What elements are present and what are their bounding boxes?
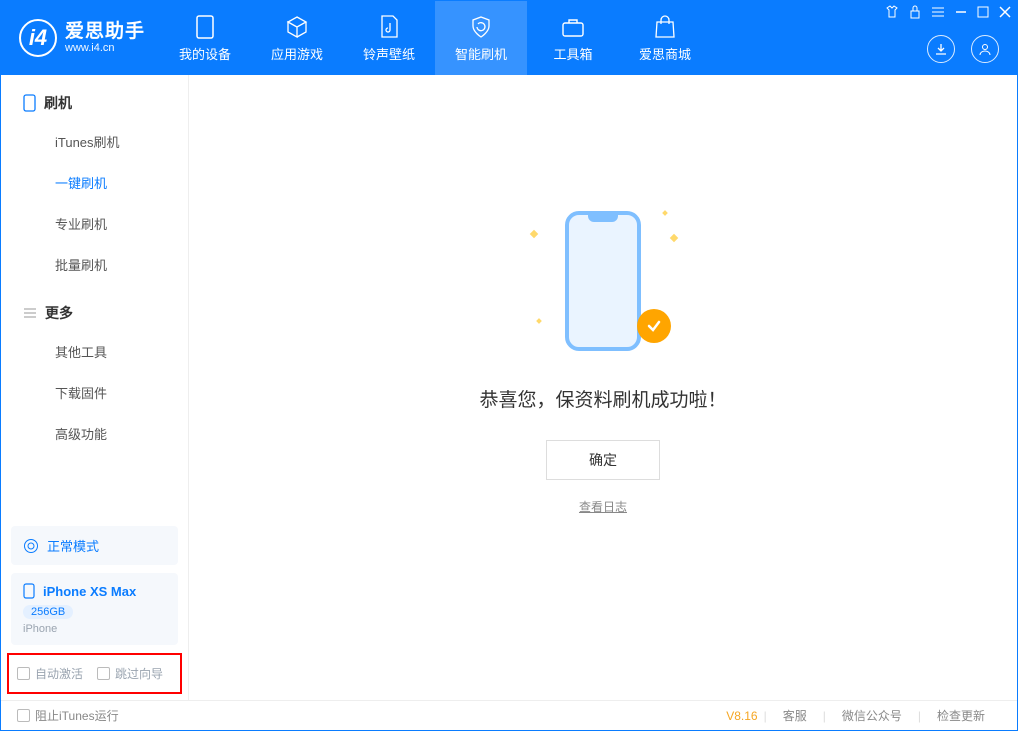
cube-icon	[285, 14, 309, 40]
wechat-link[interactable]: 微信公众号	[826, 707, 918, 724]
ok-button[interactable]: 确定	[546, 440, 660, 480]
close-icon[interactable]	[999, 6, 1011, 18]
menu-icon[interactable]	[931, 6, 945, 18]
sidebar-item-other-tools[interactable]: 其他工具	[1, 331, 188, 372]
sidebar-section-flash: 刷机	[1, 93, 188, 121]
header-actions	[927, 35, 999, 63]
checkbox-skip-guide[interactable]: 跳过向导	[97, 665, 163, 682]
music-file-icon	[379, 14, 399, 40]
device-type: iPhone	[23, 623, 166, 635]
logo-icon: i4	[19, 19, 57, 57]
lock-icon[interactable]	[909, 5, 921, 19]
view-log-link[interactable]: 查看日志	[579, 498, 627, 515]
check-badge-icon	[637, 309, 671, 343]
checkbox-auto-activate[interactable]: 自动激活	[17, 665, 83, 682]
phone-outline-icon	[23, 94, 36, 112]
main-content: 恭喜您，保资料刷机成功啦！ 确定 查看日志	[189, 75, 1017, 700]
window-controls	[885, 5, 1011, 19]
sidebar-item-oneclick-flash[interactable]: 一键刷机	[1, 162, 188, 203]
app-title: 爱思助手	[65, 22, 145, 43]
device-mode-box[interactable]: 正常模式	[11, 526, 178, 565]
device-name: iPhone XS Max	[43, 584, 136, 599]
sidebar: 刷机 iTunes刷机 一键刷机 专业刷机 批量刷机 更多 其他工具 下载固件 …	[1, 75, 189, 700]
device-capacity: 256GB	[23, 605, 73, 619]
sidebar-section-more: 更多	[1, 303, 188, 331]
app-logo: i4 爱思助手 www.i4.cn	[1, 1, 159, 75]
tab-smart-flash[interactable]: 智能刷机	[435, 1, 527, 75]
tab-my-device[interactable]: 我的设备	[159, 1, 251, 75]
minimize-icon[interactable]	[955, 6, 967, 18]
download-button[interactable]	[927, 35, 955, 63]
version-label: V8.16	[726, 709, 757, 723]
maximize-icon[interactable]	[977, 6, 989, 18]
bag-icon	[654, 14, 676, 40]
support-link[interactable]: 客服	[767, 707, 823, 724]
tab-store[interactable]: 爱思商城	[619, 1, 711, 75]
check-update-link[interactable]: 检查更新	[921, 707, 1001, 724]
device-info-box[interactable]: iPhone XS Max 256GB iPhone	[11, 573, 178, 645]
device-icon	[196, 14, 214, 40]
sidebar-item-advanced[interactable]: 高级功能	[1, 413, 188, 454]
success-message: 恭喜您，保资料刷机成功啦！	[479, 385, 726, 412]
tab-apps-games[interactable]: 应用游戏	[251, 1, 343, 75]
success-illustration	[543, 201, 663, 361]
sidebar-item-batch-flash[interactable]: 批量刷机	[1, 244, 188, 285]
header: i4 爱思助手 www.i4.cn 我的设备 应用游戏 铃声壁纸 智能刷机 工具…	[1, 1, 1017, 75]
tab-toolbox[interactable]: 工具箱	[527, 1, 619, 75]
tshirt-icon[interactable]	[885, 5, 899, 19]
sidebar-item-download-firmware[interactable]: 下载固件	[1, 372, 188, 413]
activation-options: 自动激活 跳过向导	[7, 653, 182, 694]
phone-small-icon	[23, 583, 35, 599]
shield-refresh-icon	[469, 14, 493, 40]
list-icon	[23, 307, 37, 319]
device-mode: 正常模式	[47, 536, 99, 555]
footer: 阻止iTunes运行 V8.16 | 客服 | 微信公众号 | 检查更新	[1, 700, 1017, 730]
app-subtitle: www.i4.cn	[65, 42, 145, 54]
sidebar-item-itunes-flash[interactable]: iTunes刷机	[1, 121, 188, 162]
toolbox-icon	[561, 14, 585, 40]
user-button[interactable]	[971, 35, 999, 63]
main-tabs: 我的设备 应用游戏 铃声壁纸 智能刷机 工具箱 爱思商城	[159, 1, 711, 75]
checkbox-block-itunes[interactable]: 阻止iTunes运行	[17, 707, 119, 724]
sidebar-item-pro-flash[interactable]: 专业刷机	[1, 203, 188, 244]
tab-ringtone-wallpaper[interactable]: 铃声壁纸	[343, 1, 435, 75]
sync-icon	[23, 538, 39, 554]
